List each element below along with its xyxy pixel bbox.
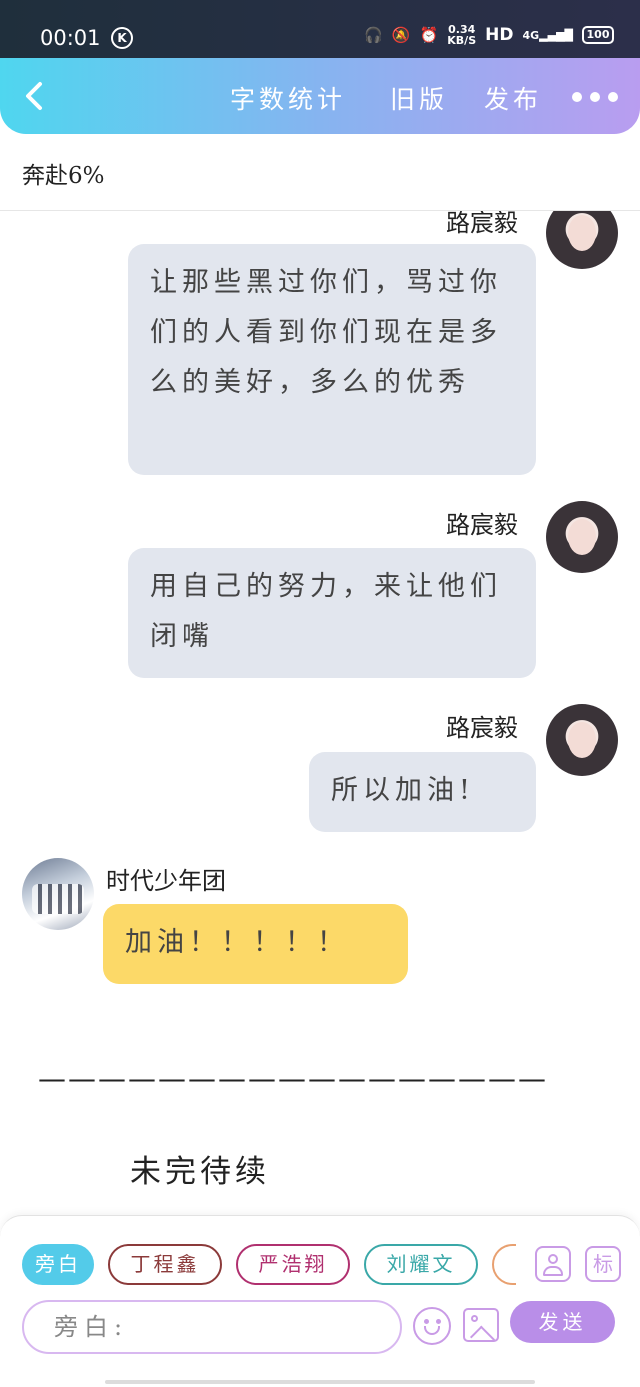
send-button[interactable]: 发送 — [510, 1301, 615, 1343]
sender-name: 路宸毅 — [446, 511, 518, 539]
dot — [572, 92, 582, 102]
composer-panel: 旁白 丁程鑫 严浩翔 刘耀文 宋 标 旁白: 发送 — [0, 1215, 640, 1387]
role-chip[interactable]: 严浩翔 — [236, 1244, 350, 1285]
mouth — [424, 1326, 440, 1335]
status-icons: 🎧 🔕 ⏰ 0.34 KB/S HD 4G▂▄▆█ 100 — [364, 24, 614, 46]
status-time: 00:01 — [40, 26, 101, 50]
back-button[interactable] — [20, 78, 50, 114]
avatar[interactable] — [546, 211, 618, 269]
avatar[interactable] — [22, 858, 94, 930]
message-bubble[interactable]: 让那些黑过你们，骂过你们的人看到你们现在是多么的美好，多么的优秀 — [128, 244, 536, 475]
to-be-continued-text: 未完待续 — [130, 1154, 270, 1190]
add-character-icon[interactable] — [535, 1246, 571, 1282]
message-input[interactable]: 旁白: — [22, 1300, 402, 1354]
eye — [436, 1319, 441, 1324]
alarm-icon: ⏰ — [419, 26, 439, 44]
sender-name: 路宸毅 — [446, 211, 518, 237]
person-head — [548, 1254, 558, 1264]
role-chip-narration[interactable]: 旁白 — [22, 1244, 94, 1285]
image-icon[interactable] — [463, 1308, 499, 1342]
net-speed: 0.34 KB/S — [447, 24, 476, 46]
eye — [424, 1319, 429, 1324]
battery-icon: 100 — [582, 26, 614, 44]
mountain — [469, 1325, 497, 1340]
message-bubble[interactable]: 所以加油! — [309, 752, 536, 832]
old-version-button[interactable]: 旧版 — [390, 80, 448, 116]
signal-icon: 4G▂▄▆█ — [522, 28, 573, 42]
net-speed-unit: KB/S — [447, 34, 477, 47]
home-indicator[interactable] — [105, 1380, 535, 1384]
sender-name: 路宸毅 — [446, 714, 518, 742]
chat-area[interactable]: 路宸毅 让那些黑过你们，骂过你们的人看到你们现在是多么的美好，多么的优秀 路宸毅… — [0, 211, 640, 1215]
role-chip[interactable]: 宋 — [492, 1244, 516, 1285]
role-chip[interactable]: 刘耀文 — [364, 1244, 478, 1285]
role-chip[interactable]: 丁程鑫 — [108, 1244, 222, 1285]
k-badge-icon: K — [111, 27, 133, 49]
dot — [608, 92, 618, 102]
sender-name: 时代少年团 — [106, 867, 226, 895]
message-bubble[interactable]: 加油！！！！！ — [103, 904, 408, 984]
person-body — [543, 1266, 563, 1276]
sun — [471, 1315, 478, 1322]
message-bubble[interactable]: 用自己的努力，来让他们闭嘴 — [128, 548, 536, 678]
dot — [590, 92, 600, 102]
more-options-button[interactable] — [572, 92, 618, 102]
mark-button[interactable]: 标 — [585, 1246, 621, 1282]
story-title: 奔赴6% — [22, 163, 105, 189]
avatar[interactable] — [546, 704, 618, 776]
headphones-icon: 🎧 — [364, 26, 383, 44]
signal-label: 4G — [522, 28, 540, 42]
mute-bell-icon: 🔕 — [391, 26, 411, 44]
chevron-left-icon — [26, 82, 42, 110]
mark-label: 标 — [593, 1252, 613, 1276]
app-header: 字数统计 旧版 发布 — [0, 58, 640, 134]
status-bar: 00:01 K 🎧 🔕 ⏰ 0.34 KB/S HD 4G▂▄▆█ 100 — [0, 0, 640, 58]
publish-button[interactable]: 发布 — [484, 80, 542, 116]
avatar[interactable] — [546, 501, 618, 573]
hd-label: HD — [485, 25, 514, 45]
section-divider: ————————————————— — [38, 1062, 548, 1095]
word-count-button[interactable]: 字数统计 — [230, 80, 346, 116]
emoji-icon[interactable] — [413, 1307, 451, 1345]
